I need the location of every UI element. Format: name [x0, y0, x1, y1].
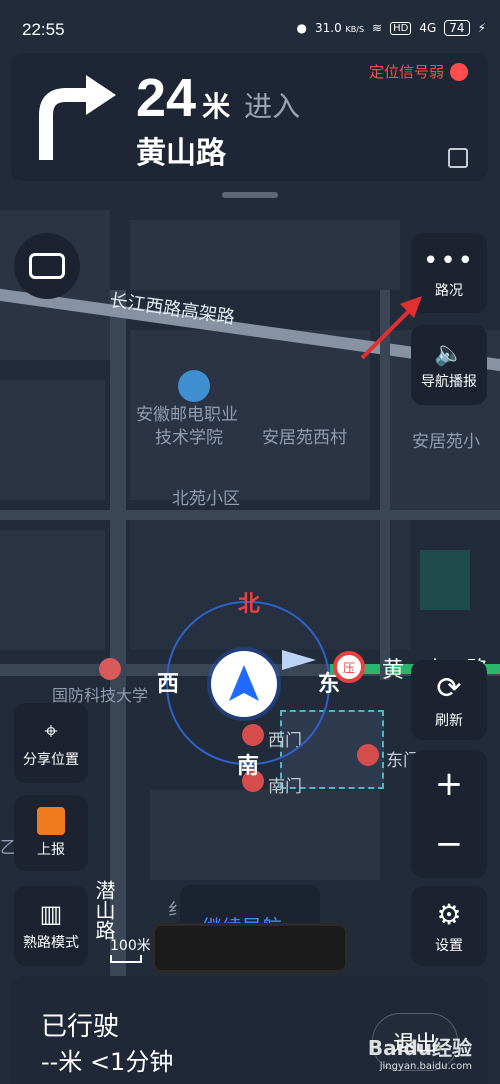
- settings-button[interactable]: ⚙ 设置: [411, 886, 487, 966]
- scale-bar: 100米: [110, 935, 151, 963]
- zoom-control: + −: [411, 750, 487, 878]
- poi-label: 安居苑小: [412, 432, 480, 452]
- traveled-label: 已行驶: [41, 1012, 120, 1042]
- net-speed-value: 31.0: [314, 21, 342, 35]
- compass-north: 北: [238, 592, 261, 617]
- redaction-bar: [152, 923, 348, 973]
- signal-4g: 4G: [419, 21, 437, 35]
- signal-warning: 定位信号弱: [369, 61, 468, 82]
- poi-marker-icon: [99, 658, 121, 680]
- road-horizontal: [0, 510, 500, 520]
- map-block: [0, 530, 105, 650]
- charging-icon: ⚡: [477, 21, 486, 35]
- settings-label: 设置: [435, 937, 463, 954]
- road-label-qianshan: 潜山路: [92, 880, 116, 940]
- share-label: 分享位置: [23, 752, 79, 768]
- gate-label: 南门: [268, 777, 302, 797]
- satellite-warning-icon: [450, 62, 468, 81]
- robot-face-icon: [29, 253, 65, 279]
- watermark-brand: Baidu经验: [367, 1036, 472, 1060]
- wifi-icon: ≋: [372, 21, 383, 35]
- traffic-label: 路况: [435, 283, 463, 299]
- status-icons: ● 31.0 KB/S ≋ HD 4G 74 ⚡: [296, 20, 486, 36]
- speed-camera-icon: 压: [333, 651, 365, 683]
- hd-badge: HD: [390, 21, 412, 35]
- poi-label: 技术学院: [155, 428, 223, 448]
- map-block: [130, 220, 400, 290]
- annotation-arrow: [360, 296, 422, 360]
- copy-icon[interactable]: [448, 148, 468, 168]
- poi-label: 北苑小区: [172, 489, 240, 509]
- scale-line: [110, 955, 142, 963]
- navigation-arrow-icon: [229, 665, 259, 701]
- map-park: [420, 550, 470, 610]
- battery-level: 74: [449, 21, 465, 35]
- share-location-button[interactable]: ⌖ 分享位置: [14, 703, 88, 783]
- report-button[interactable]: 上报: [14, 795, 88, 871]
- net-speed-unit: KB/S: [345, 25, 365, 34]
- distance-unit: 米: [202, 90, 231, 123]
- scale-label: 100米: [110, 938, 151, 954]
- voice-label: 导航播报: [421, 374, 477, 390]
- more-dots-icon: •••: [422, 246, 475, 276]
- poi-label: 安徽邮电职业: [136, 405, 238, 425]
- zoom-in-button[interactable]: +: [435, 754, 464, 814]
- nav-instruction-card[interactable]: 24 米 进入 黄山路 定位信号弱: [11, 53, 488, 181]
- battery-icon: 74: [444, 20, 470, 36]
- status-time: 22:55: [22, 20, 65, 39]
- familiar-route-button[interactable]: ▥ 熟路模式: [14, 886, 88, 966]
- microphone-icon: ●: [296, 21, 307, 35]
- card-drag-handle[interactable]: [222, 192, 278, 198]
- next-road-name: 黄山路: [136, 136, 226, 171]
- refresh-icon: ⟳: [436, 670, 462, 706]
- turn-right-arrow-icon: [39, 75, 116, 160]
- report-label: 上报: [37, 842, 65, 858]
- status-bar: 22:55 ● 31.0 KB/S ≋ HD 4G 74 ⚡: [0, 0, 500, 60]
- baidu-watermark: Baidu经验 jingyan.baidu.com: [368, 1032, 472, 1072]
- map-block: [150, 790, 380, 880]
- refresh-label: 刷新: [435, 712, 463, 729]
- position-marker: [211, 651, 277, 717]
- speaker-icon: 🔈: [434, 339, 464, 367]
- signal-warning-text: 定位信号弱: [368, 63, 444, 81]
- poi-label: 安居苑西村: [262, 428, 347, 448]
- heading-indicator: [282, 650, 316, 670]
- location-pin-icon: ⌖: [44, 717, 58, 745]
- familiar-label: 熟路模式: [23, 935, 79, 951]
- school-icon: [178, 370, 210, 402]
- compass-south: 南: [237, 754, 260, 779]
- assistant-button[interactable]: [14, 233, 80, 299]
- map-block: [0, 380, 105, 500]
- distance-value: 24: [136, 68, 197, 128]
- zoom-out-button[interactable]: −: [435, 814, 464, 874]
- watermark-url: jingyan.baidu.com: [379, 1061, 472, 1072]
- refresh-button[interactable]: ⟳ 刷新: [411, 660, 487, 740]
- net-speed: 31.0 KB/S: [315, 21, 364, 35]
- gate-marker-icon: [357, 744, 379, 766]
- trip-summary: --米 <1分钟: [41, 1048, 174, 1076]
- building-icon: ▥: [39, 900, 63, 928]
- compass-west: 西: [157, 672, 180, 697]
- gear-icon: ⚙: [436, 897, 462, 931]
- distance-row: 24 米 进入: [136, 67, 300, 129]
- edit-report-icon: [37, 807, 65, 835]
- nav-action: 进入: [244, 90, 301, 123]
